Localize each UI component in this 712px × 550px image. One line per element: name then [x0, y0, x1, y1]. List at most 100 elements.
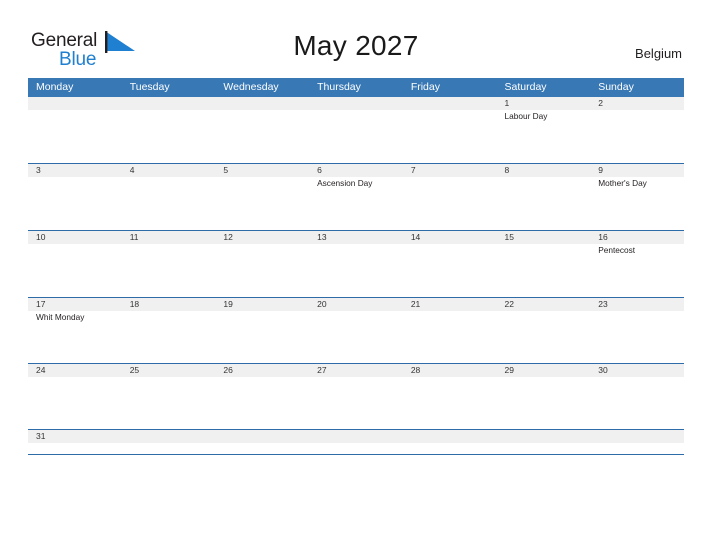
- date-number[interactable]: 7: [403, 164, 497, 177]
- date-number[interactable]: [403, 430, 497, 443]
- date-number[interactable]: 5: [215, 164, 309, 177]
- date-number[interactable]: [403, 97, 497, 110]
- date-number[interactable]: [215, 97, 309, 110]
- day-cell[interactable]: [28, 177, 122, 229]
- day-cell[interactable]: [309, 377, 403, 429]
- day-cell[interactable]: [497, 244, 591, 296]
- date-number[interactable]: [122, 430, 216, 443]
- day-cell[interactable]: [215, 244, 309, 296]
- day-cell[interactable]: [122, 443, 216, 453]
- day-cell[interactable]: [403, 244, 497, 296]
- date-number-band: 10 11 12 13 14 15 16: [28, 231, 684, 244]
- day-header-saturday: Saturday: [504, 81, 547, 93]
- date-number[interactable]: 3: [28, 164, 122, 177]
- date-number[interactable]: 28: [403, 364, 497, 377]
- date-number[interactable]: 20: [309, 298, 403, 311]
- day-cell[interactable]: [122, 311, 216, 363]
- date-number[interactable]: 10: [28, 231, 122, 244]
- date-number[interactable]: [215, 430, 309, 443]
- date-number[interactable]: [590, 430, 684, 443]
- date-number[interactable]: 8: [497, 164, 591, 177]
- date-number[interactable]: [309, 430, 403, 443]
- day-cell[interactable]: Ascension Day: [309, 177, 403, 229]
- date-number[interactable]: 21: [403, 298, 497, 311]
- date-number[interactable]: 26: [215, 364, 309, 377]
- day-cell[interactable]: [497, 311, 591, 363]
- day-cell[interactable]: [122, 244, 216, 296]
- date-number[interactable]: 27: [309, 364, 403, 377]
- day-cell[interactable]: [309, 311, 403, 363]
- day-cell[interactable]: [403, 443, 497, 453]
- day-cell[interactable]: [403, 110, 497, 162]
- date-number[interactable]: 29: [497, 364, 591, 377]
- date-number-band: 3 4 5 6 7 8 9: [28, 164, 684, 177]
- day-cell[interactable]: [215, 110, 309, 162]
- date-number[interactable]: 17: [28, 298, 122, 311]
- date-number-band: 31: [28, 430, 684, 443]
- week-row: 24 25 26 27 28 29 30: [28, 364, 684, 430]
- date-number[interactable]: 12: [215, 231, 309, 244]
- date-number[interactable]: 16: [590, 231, 684, 244]
- week-row: 10 11 12 13 14 15 16 Pentecost: [28, 231, 684, 298]
- day-cell[interactable]: [28, 377, 122, 429]
- day-cell[interactable]: [309, 443, 403, 453]
- day-cell[interactable]: [309, 110, 403, 162]
- day-cell[interactable]: [28, 443, 122, 453]
- day-cell[interactable]: [122, 177, 216, 229]
- date-number[interactable]: [28, 97, 122, 110]
- day-cell[interactable]: [590, 377, 684, 429]
- event-band: [28, 443, 684, 453]
- event-band: Pentecost: [28, 244, 684, 296]
- day-cell[interactable]: [122, 377, 216, 429]
- date-number[interactable]: 19: [215, 298, 309, 311]
- week-row: 17 18 19 20 21 22 23 Whit Monday: [28, 298, 684, 364]
- date-number[interactable]: 18: [122, 298, 216, 311]
- event-label: Ascension Day: [317, 178, 373, 188]
- day-cell[interactable]: [28, 244, 122, 296]
- day-cell[interactable]: Labour Day: [497, 110, 591, 162]
- day-cell[interactable]: [590, 443, 684, 453]
- week-row: 3 4 5 6 7 8 9 Ascension Day Mother's Day: [28, 164, 684, 231]
- date-number[interactable]: 14: [403, 231, 497, 244]
- date-number[interactable]: 24: [28, 364, 122, 377]
- day-cell[interactable]: [403, 311, 497, 363]
- day-cell[interactable]: [590, 311, 684, 363]
- day-cell[interactable]: [215, 443, 309, 453]
- day-cell[interactable]: [403, 377, 497, 429]
- day-cell[interactable]: [497, 443, 591, 453]
- date-number[interactable]: [309, 97, 403, 110]
- day-cell[interactable]: [215, 311, 309, 363]
- day-cell[interactable]: [122, 110, 216, 162]
- day-cell[interactable]: Mother's Day: [590, 177, 684, 229]
- date-number[interactable]: 15: [497, 231, 591, 244]
- day-cell[interactable]: Whit Monday: [28, 311, 122, 363]
- date-number[interactable]: [497, 430, 591, 443]
- date-number[interactable]: 9: [590, 164, 684, 177]
- date-number[interactable]: 11: [122, 231, 216, 244]
- date-number[interactable]: 6: [309, 164, 403, 177]
- day-cell[interactable]: [215, 177, 309, 229]
- page-title: May 2027: [293, 30, 419, 61]
- date-number[interactable]: 13: [309, 231, 403, 244]
- date-number[interactable]: 31: [28, 430, 122, 443]
- day-cell[interactable]: [403, 177, 497, 229]
- event-band: Ascension Day Mother's Day: [28, 177, 684, 229]
- date-number[interactable]: 4: [122, 164, 216, 177]
- day-cell[interactable]: [309, 244, 403, 296]
- day-cell[interactable]: [590, 110, 684, 162]
- day-cell[interactable]: [28, 110, 122, 162]
- date-number[interactable]: 30: [590, 364, 684, 377]
- day-cell[interactable]: [497, 377, 591, 429]
- day-cell[interactable]: Pentecost: [590, 244, 684, 296]
- date-number[interactable]: 23: [590, 298, 684, 311]
- date-number[interactable]: [122, 97, 216, 110]
- date-number[interactable]: 1: [497, 97, 591, 110]
- date-number[interactable]: 2: [590, 97, 684, 110]
- week-row: 31: [28, 430, 684, 455]
- day-cell[interactable]: [215, 377, 309, 429]
- date-number[interactable]: 25: [122, 364, 216, 377]
- event-band: Whit Monday: [28, 311, 684, 363]
- day-cell[interactable]: [497, 177, 591, 229]
- date-number-band: 1 2: [28, 97, 684, 110]
- date-number[interactable]: 22: [497, 298, 591, 311]
